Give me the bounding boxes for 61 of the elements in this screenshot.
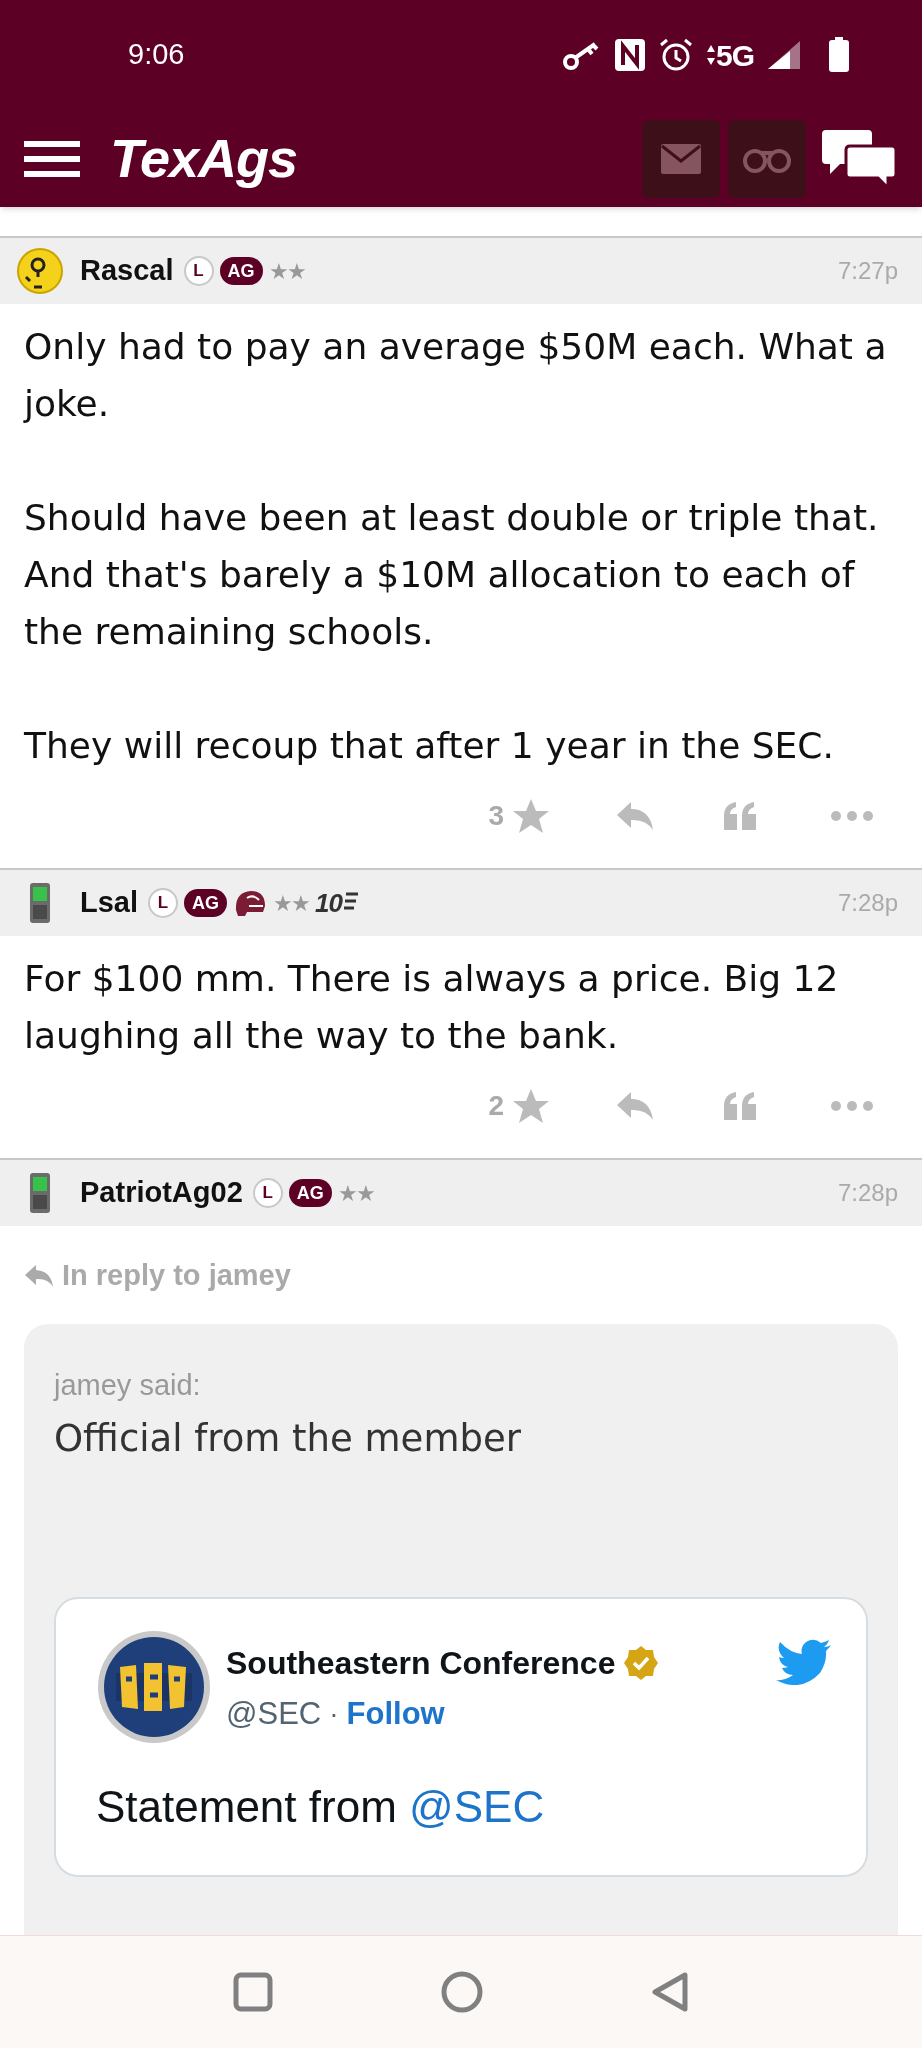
- more-icon[interactable]: [830, 810, 874, 822]
- alarm-icon: [657, 37, 694, 73]
- post-time: 7:27p: [837, 256, 898, 286]
- recents-icon[interactable]: [233, 1972, 273, 2012]
- quote-author: jamey said:: [54, 1367, 202, 1403]
- phone-avatar-icon: [28, 881, 52, 925]
- star-count: 3: [488, 799, 504, 833]
- reply-icon[interactable]: [616, 800, 654, 832]
- account-handle: @SEC: [226, 1695, 322, 1733]
- post-text: For $100 mm. There is always a price. Big 12 laughing all the way to the bank.: [24, 957, 840, 1058]
- account-name: Southeastern Conference: [226, 1644, 616, 1683]
- member-badge: AG: [288, 1179, 332, 1207]
- network-label: 5G: [715, 37, 754, 74]
- clock-time: 9:06: [128, 37, 185, 73]
- years-label: 10: [315, 886, 342, 920]
- star-count: 2: [488, 1089, 504, 1123]
- post-text: They will recoup that after 1 year in the SEC.: [24, 724, 835, 768]
- nfc-icon: [613, 38, 646, 72]
- rating-stars: ★★: [268, 257, 305, 286]
- post-time: 7:28p: [837, 1178, 898, 1208]
- quote-icon[interactable]: [722, 800, 758, 832]
- level-badge: L: [183, 256, 214, 286]
- member-badge: AG: [219, 257, 263, 285]
- watch-button[interactable]: [728, 119, 806, 198]
- post-text: Should have been at least double or triple that. And that's barely a $10M allocation to each of the remaining schools.: [24, 496, 880, 654]
- level-badge: L: [148, 888, 179, 918]
- more-icon[interactable]: [830, 1100, 874, 1112]
- bird-icon[interactable]: [776, 1639, 832, 1685]
- reply-icon[interactable]: [616, 1090, 654, 1122]
- quote-text: Official from the member: [54, 1416, 522, 1462]
- post-time: 7:28p: [837, 888, 898, 918]
- post-text: Only had to pay an average $50M each. What a joke.: [24, 325, 888, 426]
- helmet-icon: [233, 888, 268, 918]
- member-badge: AG: [184, 889, 228, 917]
- star-icon[interactable]: [512, 798, 550, 834]
- envelope-icon: [661, 143, 701, 174]
- back-icon[interactable]: [651, 1971, 689, 2013]
- home-icon[interactable]: [441, 1971, 483, 2013]
- menu-icon[interactable]: [24, 139, 80, 178]
- site-logo[interactable]: TexAgs: [110, 118, 298, 199]
- round-logo-icon: [96, 1629, 212, 1745]
- reply-icon: [24, 1262, 54, 1289]
- mail-button[interactable]: [642, 119, 720, 198]
- username[interactable]: Lsal: [80, 881, 139, 925]
- data-arrows-icon: [705, 43, 716, 67]
- rating-stars: ★★: [337, 1179, 374, 1208]
- phone-avatar-icon: [28, 1171, 52, 1215]
- follow-link[interactable]: Follow: [346, 1691, 445, 1738]
- level-badge: L: [252, 1178, 283, 1208]
- rating-stars: ★★: [273, 889, 310, 918]
- quote-icon[interactable]: [722, 1090, 758, 1122]
- star-icon[interactable]: [512, 1088, 550, 1124]
- battery-icon: [828, 37, 850, 73]
- separator-dot: ·: [329, 1697, 339, 1732]
- mention-link[interactable]: @SEC: [409, 1782, 545, 1831]
- verified-icon: [623, 1645, 660, 1681]
- username[interactable]: PatriotAg02: [80, 1171, 243, 1215]
- username[interactable]: Rascal: [80, 249, 174, 293]
- signal-icon: [766, 39, 802, 71]
- tweet-text: Statement from @SEC: [96, 1781, 546, 1833]
- smiley-avatar-icon: [16, 247, 64, 295]
